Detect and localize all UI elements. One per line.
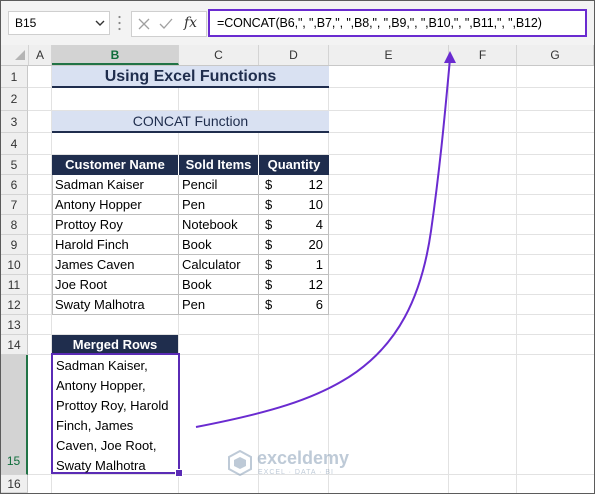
row-header-6[interactable]: 6 xyxy=(1,175,28,195)
formula-bar: B15 fx =CONCAT(B6,", ",B7,", ",B8,", ",B… xyxy=(1,1,594,45)
column-header-g[interactable]: G xyxy=(517,45,594,65)
merged-line: Antony Hopper, xyxy=(56,378,146,393)
column-header-f[interactable]: F xyxy=(449,45,517,65)
quantity-value: 12 xyxy=(308,277,323,292)
cell-customer-name[interactable]: Antony Hopper xyxy=(52,195,179,215)
currency-symbol: $ xyxy=(265,297,273,312)
column-header-e[interactable]: E xyxy=(329,45,449,65)
cell-sold-item[interactable]: Book xyxy=(179,275,259,295)
quantity-value: 20 xyxy=(308,237,323,252)
row-header-1[interactable]: 1 xyxy=(1,66,28,88)
quantity-value: 10 xyxy=(308,197,323,212)
merged-rows-header[interactable]: Merged Rows xyxy=(52,335,178,355)
row-header-5[interactable]: 5 xyxy=(1,155,28,175)
row-header-2[interactable]: 2 xyxy=(1,88,28,111)
excel-window: B15 fx =CONCAT(B6,", ",B7,", ",B8,", ",B… xyxy=(0,0,595,494)
cell-sold-item[interactable]: Pen xyxy=(179,295,259,315)
merged-line: Finch, James xyxy=(56,418,134,433)
cell-sold-item[interactable]: Pen xyxy=(179,195,259,215)
header-quantity[interactable]: Quantity xyxy=(259,155,329,175)
fill-handle[interactable] xyxy=(175,469,183,477)
currency-symbol: $ xyxy=(265,197,273,212)
row-header-9[interactable]: 9 xyxy=(1,235,28,255)
row-header-4[interactable]: 4 xyxy=(1,133,28,155)
quantity-value: 1 xyxy=(315,257,323,272)
cell-customer-name[interactable]: Swaty Malhotra xyxy=(52,295,179,315)
cell-quantity[interactable]: $20 xyxy=(259,235,329,255)
select-all-icon xyxy=(15,50,25,60)
merged-line: Caven, Joe Root, xyxy=(56,438,157,453)
quantity-value: 6 xyxy=(315,297,323,312)
currency-symbol: $ xyxy=(265,177,273,192)
formula-text: =CONCAT(B6,", ",B7,", ",B8,", ",B9,", ",… xyxy=(217,16,542,30)
cell-customer-name[interactable]: James Caven xyxy=(52,255,179,275)
row-header-8[interactable]: 8 xyxy=(1,215,28,235)
header-sold-items[interactable]: Sold Items xyxy=(179,155,259,175)
currency-symbol: $ xyxy=(265,217,273,232)
row-header-12[interactable]: 12 xyxy=(1,295,28,315)
check-icon[interactable] xyxy=(159,18,173,30)
cell-quantity[interactable]: $12 xyxy=(259,275,329,295)
cell-sold-item[interactable]: Pencil xyxy=(179,175,259,195)
cell-customer-name[interactable]: Prottoy Roy xyxy=(52,215,179,235)
currency-symbol: $ xyxy=(265,257,273,272)
formula-input[interactable]: =CONCAT(B6,", ",B7,", ",B8,", ",B9,", ",… xyxy=(208,9,587,37)
row-header-13[interactable]: 13 xyxy=(1,315,28,335)
column-header-c[interactable]: C xyxy=(179,45,259,65)
watermark-name: exceldemy xyxy=(257,448,350,468)
row-header-16[interactable]: 16 xyxy=(1,475,28,493)
cell-customer-name[interactable]: Harold Finch xyxy=(52,235,179,255)
cell-sold-item[interactable]: Notebook xyxy=(179,215,259,235)
sheet-title[interactable]: Using Excel Functions xyxy=(52,66,329,88)
merged-line: Swaty Malhotra xyxy=(56,458,146,473)
row-header-14[interactable]: 14 xyxy=(1,335,28,355)
cell-quantity[interactable]: $1 xyxy=(259,255,329,275)
sheet-subtitle[interactable]: CONCAT Function xyxy=(52,111,329,133)
row-header-3[interactable]: 3 xyxy=(1,111,28,133)
cell-quantity[interactable]: $12 xyxy=(259,175,329,195)
formula-buttons: fx xyxy=(131,11,207,37)
grip-dots-icon xyxy=(118,15,121,31)
column-header-a[interactable]: A xyxy=(29,45,52,65)
watermark-tagline: EXCEL · DATA · BI xyxy=(258,469,334,476)
row-header-15[interactable]: 15 xyxy=(1,355,28,475)
column-header-b[interactable]: B xyxy=(52,45,179,65)
cell-customer-name[interactable]: Sadman Kaiser xyxy=(52,175,179,195)
quantity-value: 4 xyxy=(315,217,323,232)
chevron-down-icon[interactable] xyxy=(95,18,105,28)
cell-quantity[interactable]: $10 xyxy=(259,195,329,215)
name-box[interactable]: B15 xyxy=(8,11,110,35)
row-header-10[interactable]: 10 xyxy=(1,255,28,275)
exceldemy-logo-icon xyxy=(228,450,252,476)
cell-quantity[interactable]: $4 xyxy=(259,215,329,235)
column-header-d[interactable]: D xyxy=(259,45,329,65)
column-headers: A B C D E F G xyxy=(1,45,594,66)
currency-symbol: $ xyxy=(265,237,273,252)
header-customer-name[interactable]: Customer Name xyxy=(52,155,179,175)
currency-symbol: $ xyxy=(265,277,273,292)
name-box-value: B15 xyxy=(15,16,37,30)
cell-customer-name[interactable]: Joe Root xyxy=(52,275,179,295)
insert-function-button[interactable]: fx xyxy=(184,15,197,31)
select-all-corner[interactable] xyxy=(1,45,29,65)
cell-quantity[interactable]: $6 xyxy=(259,295,329,315)
cell-sold-item[interactable]: Calculator xyxy=(179,255,259,275)
quantity-value: 12 xyxy=(308,177,323,192)
row-header-11[interactable]: 11 xyxy=(1,275,28,295)
exceldemy-logo: exceldemy EXCEL · DATA · BI xyxy=(227,447,377,481)
merged-line: Prottoy Roy, Harold xyxy=(56,398,169,413)
merged-rows-cell[interactable]: Sadman Kaiser, Antony Hopper, Prottoy Ro… xyxy=(51,353,180,474)
cell-sold-item[interactable]: Book xyxy=(179,235,259,255)
cancel-icon[interactable] xyxy=(138,18,150,30)
merged-line: Sadman Kaiser, xyxy=(56,358,148,373)
row-header-7[interactable]: 7 xyxy=(1,195,28,215)
